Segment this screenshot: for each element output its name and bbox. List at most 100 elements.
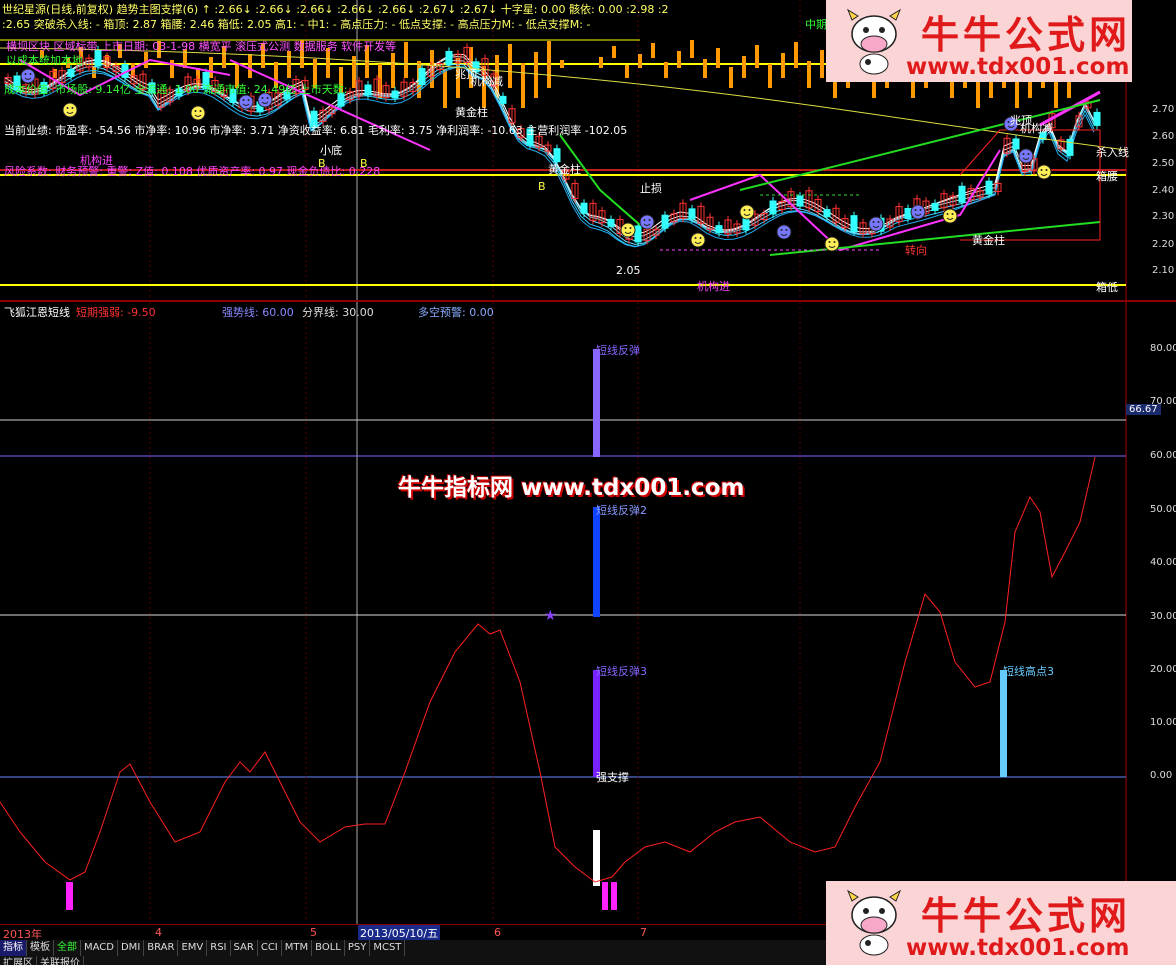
date-cursor-label: 2013/05/10/五 — [358, 925, 441, 941]
smiley-icon — [1036, 164, 1052, 180]
bar-magenta-2 — [602, 882, 608, 910]
tab-mcst[interactable]: MCST — [370, 940, 406, 956]
orange-bar — [716, 48, 720, 68]
indicator-values-line: :2.65 突破杀入线: - 箱顶: 2.87 箱腰: 2.46 箱低: 2.0… — [2, 18, 591, 31]
candle — [607, 218, 615, 227]
candle — [688, 208, 696, 220]
candle — [580, 202, 588, 214]
smiley-eye — [71, 107, 74, 109]
smiley-eye — [872, 221, 875, 223]
label-jigoujin-2: 机构进 — [697, 280, 730, 293]
orange-bar — [92, 66, 96, 78]
price-tick: 2.40 — [1152, 185, 1175, 196]
smiley-icon — [824, 236, 840, 252]
candle — [661, 214, 669, 229]
tab-rsi[interactable]: RSI — [207, 940, 231, 956]
brand-logo-bottom: 牛牛公式网 www.tdx001.com — [826, 881, 1176, 965]
divide-line-value: 分界线: 30.00 — [302, 306, 374, 319]
cow-mascot-icon — [844, 887, 904, 957]
label-box-low: 箱低 — [1096, 281, 1118, 294]
cost-basis-line: 以成本统加本地 — [6, 54, 83, 67]
tab-indicator[interactable]: 指标 — [0, 940, 27, 956]
bar-high-3 — [1000, 670, 1007, 777]
bar-label-rebound-1: 短线反弹 — [596, 344, 640, 357]
tab-macd[interactable]: MACD — [81, 940, 118, 956]
orange-bar — [677, 51, 681, 68]
tab-psy[interactable]: PSY — [345, 940, 371, 956]
candle — [67, 68, 75, 77]
orange-bar — [599, 57, 603, 68]
orange-bar — [703, 59, 707, 78]
orange-bar — [729, 67, 733, 88]
tab-all[interactable]: 全部 — [54, 940, 81, 956]
candle — [1093, 111, 1101, 126]
label-box-mid: 箱腰 — [1096, 170, 1118, 183]
tab-extension-area[interactable]: 扩展区 — [0, 956, 37, 965]
label-xiaodi: 小底 — [320, 144, 342, 157]
watermark-center-text: 牛牛指标网 www.tdx001.com — [398, 475, 745, 501]
tab-sar[interactable]: SAR — [231, 940, 258, 956]
smiley-icon — [739, 204, 755, 220]
orange-bar — [742, 56, 746, 78]
orange-bar — [690, 40, 694, 58]
logo-title: 牛牛公式网 — [921, 894, 1132, 938]
candle — [499, 95, 507, 104]
logo-title: 牛牛公式网 — [921, 13, 1132, 57]
indicator-svg: ★ — [0, 302, 1127, 927]
smiley-icon — [639, 214, 655, 230]
label-b-1: B — [318, 157, 326, 170]
orange-bar — [170, 60, 174, 78]
short-strength-value: 短期强弱: -9.50 — [76, 306, 156, 319]
candle — [904, 208, 912, 219]
smiley-icon — [190, 105, 206, 121]
tab-brar[interactable]: BRAR — [144, 940, 179, 956]
tab-boll[interactable]: BOLL — [312, 940, 345, 956]
bar-label-rebound-2: 短线反弹2 — [596, 504, 647, 517]
tab-mtm[interactable]: MTM — [282, 940, 313, 956]
tab-emv[interactable]: EMV — [178, 940, 208, 956]
indicator-axis: 80.00 70.00 66.67 60.00 50.00 40.00 30.0… — [1126, 302, 1176, 924]
tab-dmi[interactable]: DMI — [118, 940, 145, 956]
axis-tick: 50.00 — [1150, 504, 1176, 515]
label-gold-column-3: 黄金柱 — [972, 234, 1005, 247]
indicator-panel[interactable]: ★ 飞狐江恩短线 短期强弱: -9.50 强势线: 60.00 分界线: 30.… — [0, 302, 1127, 927]
date-label: 5 — [310, 926, 317, 939]
tab-template[interactable]: 模板 — [27, 940, 54, 956]
date-label: 7 — [640, 926, 647, 939]
smiley-icon — [942, 208, 958, 224]
orange-bar — [612, 46, 616, 58]
label-low-price: 2.05 — [616, 264, 641, 277]
tab-cci[interactable]: CCI — [258, 940, 282, 956]
logo-url: www.tdx001.com — [906, 935, 1130, 961]
candle — [1012, 138, 1020, 150]
smiley-eye — [1040, 169, 1043, 171]
bar-magenta-3 — [611, 882, 617, 910]
orange-bar — [651, 43, 655, 58]
smiley-eye — [29, 73, 32, 75]
smiley-eye — [194, 110, 197, 112]
axis-tick: 0.00 — [1150, 770, 1173, 781]
candle — [445, 50, 453, 65]
label-jigoujian-2: 机构减 — [1020, 122, 1053, 135]
smiley-eye — [828, 241, 831, 243]
stock-chart-window: 世纪星源(日线,前复权) 趋势主图支撑(6) ↑ :2.66↓ :2.66↓ :… — [0, 0, 1176, 965]
candle — [931, 202, 939, 211]
price-axis: 2.70 2.60 2.50 2.40 2.30 2.20 2.10 — [1128, 0, 1176, 298]
smiley-eye — [648, 219, 651, 221]
orange-bar — [625, 65, 629, 78]
indicator-name: 飞狐江恩短线 — [4, 306, 70, 319]
label-b-2: B — [360, 157, 368, 170]
label-zhuanxiang: 转向 — [905, 244, 927, 257]
tab-related-quote[interactable]: 关联报价 — [37, 956, 84, 965]
smiley-eye — [629, 227, 632, 229]
cost-value-line: 成本价值: 市场股: 9.14亿 全流通: 1.00 流通市值: 24.49亿 … — [4, 83, 348, 96]
orange-bar — [521, 63, 525, 108]
candle — [715, 225, 723, 234]
label-jigoujin: 机构进 — [80, 154, 113, 167]
label-gold-column-1: 黄金柱 — [455, 106, 488, 119]
price-tick: 2.50 — [1152, 158, 1175, 169]
candle — [823, 209, 831, 218]
label-zhisun: 止损 — [640, 182, 662, 195]
label-b-3: B — [538, 180, 546, 193]
smiley-icon — [690, 232, 706, 248]
